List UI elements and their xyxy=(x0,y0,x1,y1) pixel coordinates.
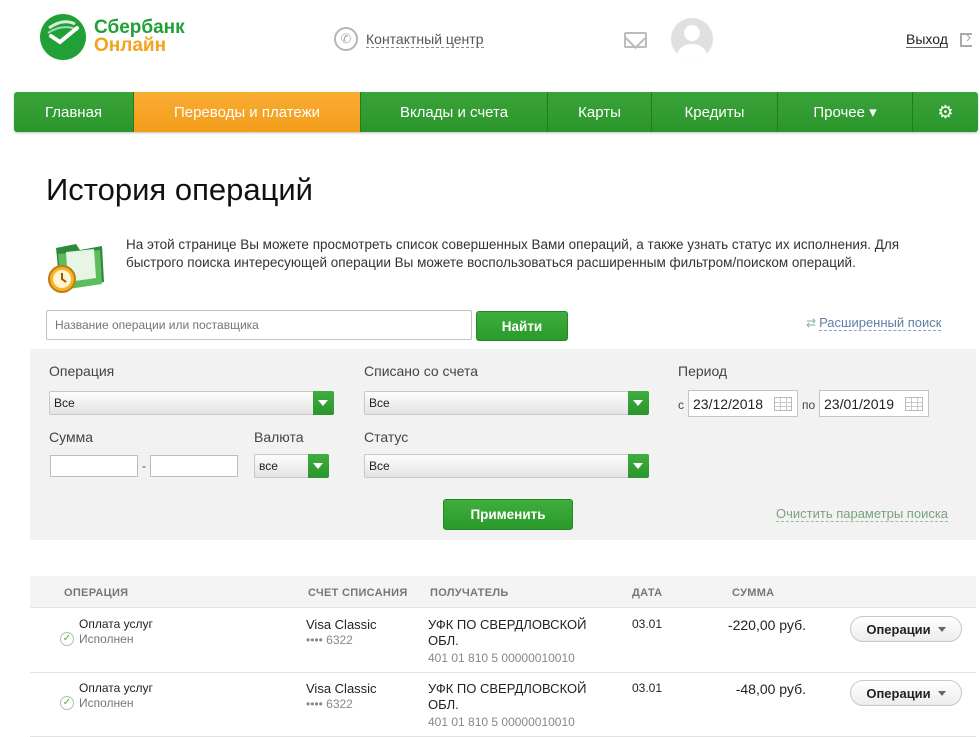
date-from-value: 23/12/2018 xyxy=(693,395,764,412)
date-to-value: 23/01/2019 xyxy=(824,395,895,412)
operations-menu-button[interactable]: Операции xyxy=(850,616,962,642)
operation-date: 03.01 xyxy=(632,681,663,695)
sberbank-logo[interactable]: Сбербанк Онлайн xyxy=(40,14,185,60)
currency-select-value: все xyxy=(259,459,278,473)
operation-select-value: Все xyxy=(54,396,75,410)
col-account: СЧЕТ СПИСАНИЯ xyxy=(308,587,408,599)
chevron-down-icon xyxy=(628,391,649,415)
account-number: •••• 6322 xyxy=(306,697,353,711)
chevron-down-icon xyxy=(937,626,946,632)
status-label: Статус xyxy=(364,429,409,445)
chevron-down-icon xyxy=(308,454,329,478)
table-row[interactable]: ✓ Оплата услуг Исполнен Visa Classic •••… xyxy=(30,609,976,673)
check-icon: ✓ xyxy=(60,632,74,646)
col-amount: СУММА xyxy=(732,587,775,599)
sum-label: Сумма xyxy=(49,429,93,445)
page-title: История операций xyxy=(46,172,313,207)
chevron-down-icon xyxy=(628,454,649,478)
extended-search-label: Расширенный поиск xyxy=(819,315,942,331)
recipient-name: УФК ПО СВЕРДЛОВСКОЙ ОБЛ. xyxy=(428,617,587,648)
intro-text: На этой странице Вы можете просмотреть с… xyxy=(126,237,900,270)
extended-search-link[interactable]: ⇄ Расширенный поиск xyxy=(806,315,942,331)
date-from-input[interactable]: 23/12/2018 xyxy=(688,390,798,417)
operations-menu-label: Операции xyxy=(866,685,931,701)
operation-select[interactable]: Все xyxy=(49,391,334,415)
nav-item-main[interactable]: Главная xyxy=(14,92,134,132)
col-operation: ОПЕРАЦИЯ xyxy=(64,587,129,599)
nav-item-other[interactable]: Прочее ▾ xyxy=(778,92,913,132)
filter-icon: ⇄ xyxy=(806,316,817,330)
account-select-value: Все xyxy=(369,396,390,410)
table-header: ОПЕРАЦИЯ СЧЕТ СПИСАНИЯ ПОЛУЧАТЕЛЬ ДАТА С… xyxy=(30,576,976,608)
period-label: Период xyxy=(678,363,728,379)
search-input[interactable] xyxy=(46,310,472,340)
nav-item-credits[interactable]: Кредиты xyxy=(652,92,778,132)
sum-from-input[interactable] xyxy=(50,455,138,477)
operation-name[interactable]: Оплата услуг xyxy=(79,681,153,695)
col-recipient: ПОЛУЧАТЕЛЬ xyxy=(430,587,509,599)
status-select[interactable]: Все xyxy=(364,454,649,478)
account-name: Visa Classic xyxy=(306,681,377,696)
recipient-account: 401 01 810 5 00000010010 xyxy=(428,715,575,729)
contact-center-link[interactable]: ✆ Контактный центр xyxy=(334,27,484,51)
operations-menu-button[interactable]: Операции xyxy=(850,680,962,706)
currency-select[interactable]: все xyxy=(254,454,329,478)
sum-to-input[interactable] xyxy=(150,455,238,477)
logout-icon xyxy=(959,29,972,47)
operation-name[interactable]: Оплата услуг xyxy=(79,617,153,631)
chevron-down-icon xyxy=(937,690,946,696)
account-select[interactable]: Все xyxy=(364,391,649,415)
date-to-prefix: по xyxy=(802,398,816,412)
folder-clock-icon xyxy=(46,238,108,296)
logout-label: Выход xyxy=(906,31,948,48)
sum-dash: - xyxy=(142,459,146,473)
recipient-account: 401 01 810 5 00000010010 xyxy=(428,651,575,665)
logout-link[interactable]: Выход xyxy=(906,29,972,48)
search-button[interactable]: Найти xyxy=(476,311,568,341)
calendar-icon[interactable] xyxy=(905,397,923,411)
chevron-down-icon xyxy=(313,391,334,415)
recipient-name: УФК ПО СВЕРДЛОВСКОЙ ОБЛ. xyxy=(428,681,587,712)
nav-item-cards[interactable]: Карты xyxy=(548,92,652,132)
table-row[interactable]: ✓ Оплата услуг Исполнен Visa Classic •••… xyxy=(30,673,976,737)
operation-status: Исполнен xyxy=(79,632,134,646)
calendar-icon[interactable] xyxy=(774,397,792,411)
operation-label: Операция xyxy=(49,363,115,379)
logo-line2: Онлайн xyxy=(94,35,167,56)
col-date: ДАТА xyxy=(632,587,663,599)
account-number: •••• 6322 xyxy=(306,633,353,647)
nav-item-deposits[interactable]: Вклады и счета xyxy=(361,92,548,132)
currency-label: Валюта xyxy=(254,429,304,445)
main-nav: Главная Переводы и платежи Вклады и счет… xyxy=(14,92,978,132)
operation-date: 03.01 xyxy=(632,617,663,631)
operation-amount: -48,00 руб. xyxy=(735,681,806,697)
apply-button[interactable]: Применить xyxy=(443,499,573,530)
check-icon: ✓ xyxy=(60,696,74,710)
nav-item-transfers[interactable]: Переводы и платежи xyxy=(134,92,361,132)
mail-icon[interactable] xyxy=(624,32,647,48)
account-label: Списано со счета xyxy=(364,363,479,379)
nav-settings[interactable]: ⚙ xyxy=(913,92,978,132)
status-select-value: Все xyxy=(369,459,390,473)
date-to-input[interactable]: 23/01/2019 xyxy=(819,390,929,417)
logo-mark-icon xyxy=(40,14,86,60)
operations-menu-label: Операции xyxy=(866,621,931,637)
operation-status: Исполнен xyxy=(79,696,134,710)
contact-center-label: Контактный центр xyxy=(366,30,484,48)
account-name: Visa Classic xyxy=(306,617,377,632)
avatar[interactable] xyxy=(671,18,713,60)
gear-icon: ⚙ xyxy=(937,101,954,122)
date-from-prefix: с xyxy=(678,398,684,412)
clear-search-link[interactable]: Очистить параметры поиска xyxy=(776,506,949,522)
operation-amount: -220,00 руб. xyxy=(727,617,806,633)
phone-icon: ✆ xyxy=(334,27,358,51)
